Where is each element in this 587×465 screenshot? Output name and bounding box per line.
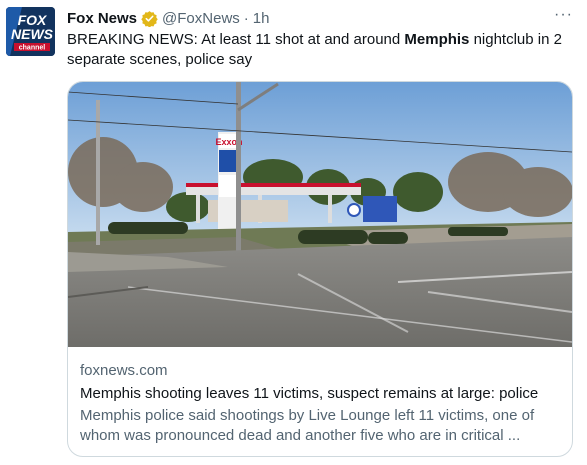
card-domain: foxnews.com — [80, 362, 168, 379]
account-handle[interactable]: @FoxNews — [162, 10, 240, 27]
fox-news-logo: FOX NEWS channel — [6, 7, 55, 56]
card-image[interactable]: Exxon — [68, 82, 572, 347]
street-photo: Exxon — [68, 82, 572, 347]
logo-text-news: NEWS — [11, 26, 54, 42]
account-name[interactable]: Fox News — [67, 10, 137, 27]
tweet-header: Fox News @FoxNews · 1h ··· — [67, 6, 573, 28]
tweet-time[interactable]: 1h — [253, 10, 270, 27]
fox-news-avatar[interactable]: FOX NEWS channel — [6, 7, 55, 56]
card-title[interactable]: Memphis shooting leaves 11 victims, susp… — [80, 384, 560, 404]
card-description: Memphis police said shootings by Live Lo… — [80, 407, 535, 444]
separator-dot: · — [243, 9, 249, 27]
more-options-icon[interactable]: ··· — [554, 6, 573, 24]
tweet-text-bold: Memphis — [404, 31, 470, 48]
card-meta[interactable]: foxnews.com Memphis shooting leaves 11 v… — [80, 361, 560, 446]
tweet-text-part-1: BREAKING NEWS: At least 11 shot at and a… — [67, 31, 405, 48]
tweet-text: BREAKING NEWS: At least 11 shot at and a… — [67, 30, 577, 70]
link-card[interactable]: Exxon foxnews.com Memphis shooting leave… — [67, 81, 573, 457]
verified-badge-icon[interactable] — [141, 10, 158, 27]
logo-text-channel: channel — [19, 45, 46, 52]
